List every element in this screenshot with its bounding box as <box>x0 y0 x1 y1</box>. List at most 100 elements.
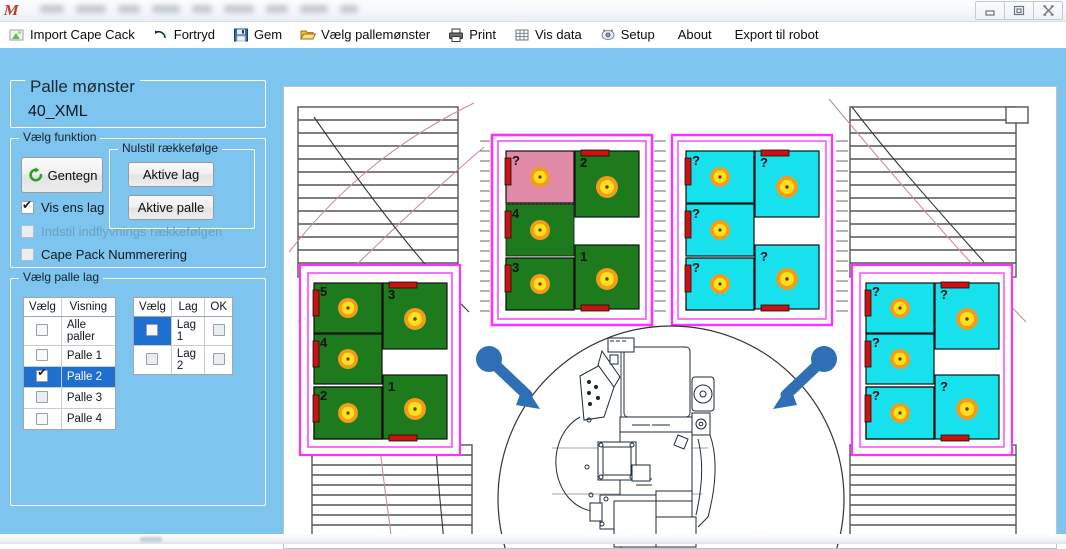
printer-icon <box>448 27 464 43</box>
row-ok-cell[interactable] <box>204 345 232 374</box>
redraw-button[interactable]: Gentegn <box>21 157 103 193</box>
toolbar-item-fortryd[interactable]: Fortryd <box>144 24 224 46</box>
column-header-visning: Visning <box>61 298 115 317</box>
pattern-value: 40_XML <box>28 103 88 120</box>
pallet-center-left[interactable]: ? 4 3 2 1 <box>490 133 654 327</box>
row-checkbox-cell[interactable] <box>24 366 62 388</box>
table-row[interactable]: Palle 1 <box>24 345 115 367</box>
row-checkbox[interactable] <box>146 353 159 366</box>
column-header-lag: Lag <box>171 298 206 317</box>
arrow-left <box>476 346 540 409</box>
box-question-3: ? <box>864 386 935 440</box>
row-checkbox[interactable] <box>36 391 49 404</box>
row-ok-cell[interactable] <box>204 316 232 346</box>
checkbox-box[interactable] <box>21 248 34 261</box>
svg-text:?: ? <box>872 335 880 350</box>
svg-text:?: ? <box>872 284 880 299</box>
row-label: Palle 1 <box>61 345 115 367</box>
row-ok-checkbox[interactable] <box>212 324 225 337</box>
table-row[interactable]: Lag 1 <box>134 316 232 346</box>
save-icon <box>233 27 249 43</box>
row-checkbox-cell[interactable] <box>24 316 62 346</box>
toolbar-label: Vis data <box>534 27 582 42</box>
layout-drawing-canvas[interactable]: 5 4 2 3 1 ? 4 3 2 1 ? ? ? ? ? ? ? ? ? ? <box>283 86 1057 549</box>
pallet-left[interactable]: 5 4 2 3 1 <box>298 263 462 457</box>
row-checkbox-cell[interactable] <box>24 408 62 429</box>
svg-text:?: ? <box>940 287 948 302</box>
svg-text:?: ? <box>692 260 700 275</box>
checkbox-cape-pack-nummerering[interactable]: Cape Pack Nummerering <box>21 247 187 262</box>
toolbar-item-gem[interactable]: Gem <box>224 24 291 46</box>
table-row[interactable]: Alle paller <box>24 316 115 346</box>
row-checkbox-cell[interactable] <box>24 387 62 409</box>
row-checkbox[interactable] <box>36 412 49 425</box>
pallet-right[interactable]: ? ? ? ? ? <box>850 263 1014 457</box>
row-label: Lag 1 <box>171 316 206 346</box>
window-controls <box>975 1 1063 20</box>
box-2: 2 <box>574 149 640 218</box>
box-1: 1 <box>382 374 448 442</box>
checkbox-label: Cape Pack Nummerering <box>41 247 187 262</box>
row-checkbox-cell[interactable] <box>134 316 172 346</box>
pallet-center-right[interactable]: ? ? ? ? ? <box>670 133 834 327</box>
row-checkbox[interactable] <box>36 324 49 337</box>
undo-icon <box>153 27 169 43</box>
pallet-layer-group: Vælg palle lag Vælg Visning Alle paller … <box>10 270 266 506</box>
row-checkbox[interactable] <box>146 324 159 337</box>
pattern-group: Palle mønster 40_XML <box>10 77 266 128</box>
box-4: 4 <box>312 333 383 385</box>
toolbar-item-import-cape-cack[interactable]: Import Cape Cack <box>0 24 144 46</box>
row-checkbox-cell[interactable] <box>24 345 62 367</box>
checkbox-box[interactable] <box>21 199 34 214</box>
layer-table[interactable]: Vælg Lag OK Lag 1 Lag 2 <box>133 297 233 375</box>
checkbox-indstil-indflyvnings-raekkefoelgen[interactable]: Indstil indflyvnings rækkefølgen <box>21 224 222 239</box>
table-row[interactable]: Palle 3 <box>24 387 115 409</box>
restore-button[interactable] <box>1004 1 1034 20</box>
row-checkbox[interactable] <box>36 367 49 383</box>
box-5: 5 <box>312 282 383 334</box>
toolbar-label: Print <box>469 27 496 42</box>
table-row[interactable]: Palle 4 <box>24 408 115 429</box>
import-icon <box>9 27 25 43</box>
box-4: 4 <box>504 203 575 257</box>
checkbox-vis-ens-lag[interactable]: Vis ens lag <box>21 199 104 215</box>
svg-text:5: 5 <box>320 284 327 299</box>
open-folder-icon <box>300 27 317 43</box>
minimize-button[interactable] <box>975 1 1005 20</box>
row-label: Palle 4 <box>61 408 115 429</box>
row-checkbox[interactable] <box>36 349 49 362</box>
close-button[interactable] <box>1033 1 1063 20</box>
active-layers-button[interactable]: Aktive lag <box>128 162 214 187</box>
page-title: Palle mønster <box>25 77 140 97</box>
box-question-4: ? <box>934 281 1000 350</box>
toolbar-label: Import Cape Cack <box>30 27 135 42</box>
os-window: M Import Cape Cack Fortryd Gem Vælg pall… <box>0 0 1066 549</box>
active-pallets-button[interactable]: Aktive palle <box>128 195 214 220</box>
box-question-5: ? <box>754 244 820 312</box>
content-background: Palle mønster 40_XML Vælg funktion Gente… <box>0 48 1066 549</box>
toolbar-item-export-til-robot[interactable]: Export til robot <box>721 24 828 46</box>
toolbar-item-vis-data[interactable]: Vis data <box>505 24 591 46</box>
toolbar-item-about[interactable]: About <box>664 24 721 46</box>
box-question-4: ? <box>754 149 820 218</box>
table-row[interactable]: Lag 2 <box>134 345 232 374</box>
toolbar-label: Gem <box>253 27 283 42</box>
toolbar-item-print[interactable]: Print <box>439 24 505 46</box>
toolbar-item-vaelg-pallemoenster[interactable]: Vælg pallemønster <box>291 24 439 46</box>
svg-text:?: ? <box>872 388 880 403</box>
redraw-button-label: Gentegn <box>47 167 98 183</box>
column-header-vaelg: Vælg <box>24 298 62 317</box>
box-question-pink: ? <box>504 150 575 204</box>
checkbox-box[interactable] <box>21 225 34 238</box>
toolbar-item-setup[interactable]: Setup <box>591 24 664 46</box>
svg-text:?: ? <box>692 206 700 221</box>
active-layers-label: Aktive lag <box>142 167 200 182</box>
pallet-table[interactable]: Vælg Visning Alle paller Palle 1 ✔ Palle… <box>23 297 116 430</box>
row-checkbox-cell[interactable] <box>134 345 172 374</box>
row-ok-checkbox[interactable] <box>212 353 225 366</box>
svg-text:?: ? <box>512 153 520 168</box>
box-1: 1 <box>574 244 640 312</box>
table-row[interactable]: Palle 2 <box>24 366 115 388</box>
row-label: Palle 2 <box>61 366 115 388</box>
reset-order-group: Nulstil rækkefølge Aktive lag Aktive pal… <box>109 141 255 229</box>
